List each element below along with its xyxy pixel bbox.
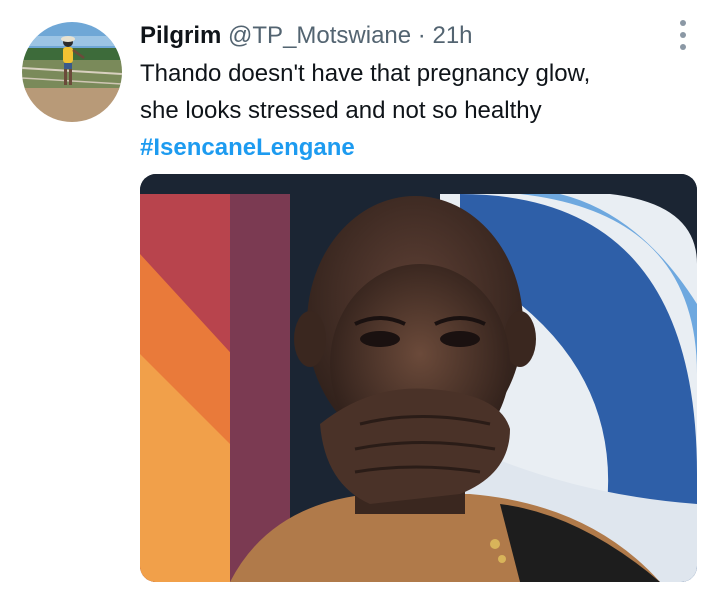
avatar[interactable] (22, 22, 122, 122)
more-options-icon[interactable] (675, 18, 691, 52)
hashtag-link[interactable]: #IsencaneLengane (140, 129, 700, 166)
avatar-image (22, 22, 122, 122)
user-handle[interactable]: @TP_Motswiane (228, 22, 411, 49)
tweet-text: Thando doesn't have that pregnancy glow,… (140, 55, 700, 166)
photo-image (140, 174, 697, 582)
tweet-text-line: Thando doesn't have that pregnancy glow, (140, 60, 591, 87)
timestamp[interactable]: 21h (432, 22, 472, 49)
separator-dot: · (417, 22, 426, 49)
tweet-text-line: she looks stressed and not so healthy (140, 97, 542, 124)
display-name[interactable]: Pilgrim (140, 22, 221, 49)
tweet-card[interactable]: Pilgrim @TP_Motswiane · 21h Thando doesn… (0, 0, 720, 603)
tweet-header: Pilgrim @TP_Motswiane · 21h (140, 18, 473, 54)
tweet-media-photo[interactable] (140, 174, 697, 582)
